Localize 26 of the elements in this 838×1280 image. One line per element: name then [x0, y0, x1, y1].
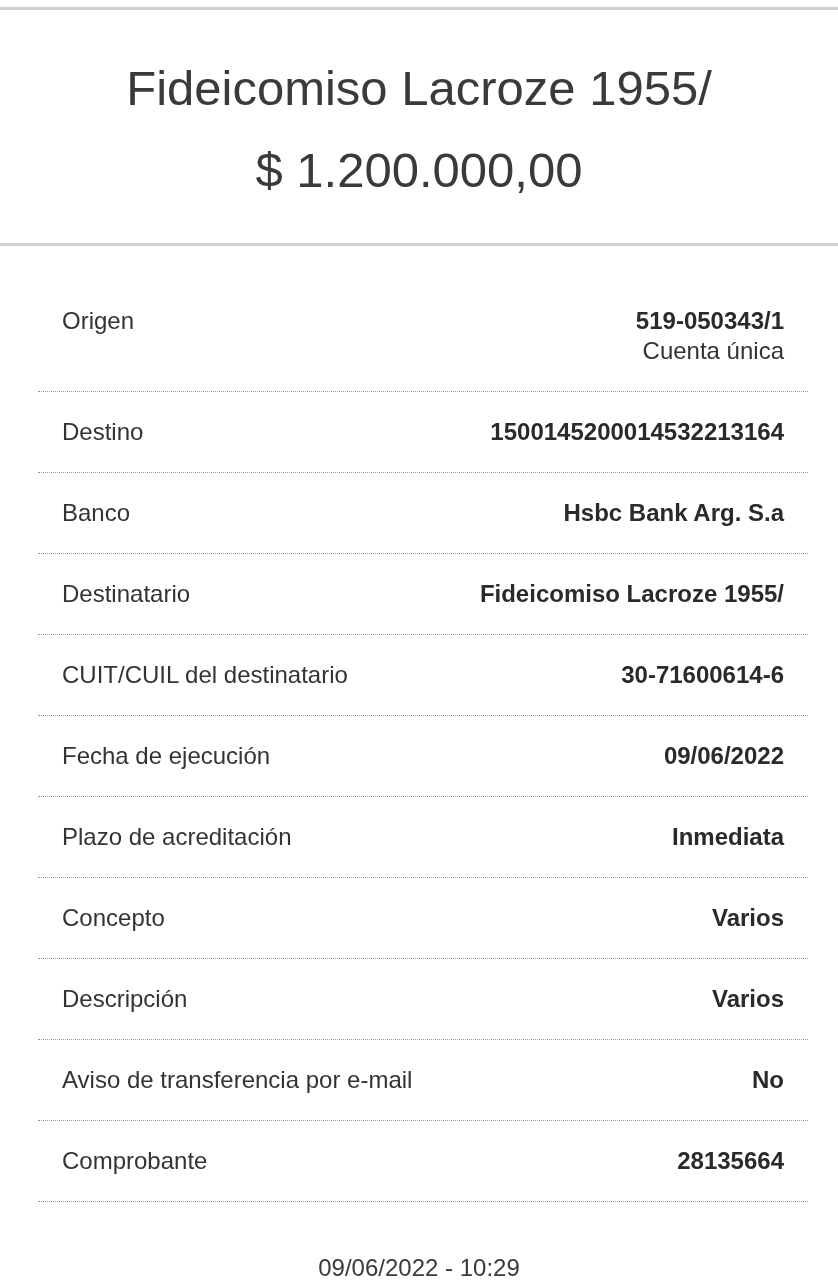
- detail-value: Varios: [711, 984, 784, 1014]
- detail-label: Concepto: [62, 903, 165, 933]
- detail-label: Descripción: [62, 984, 188, 1014]
- detail-label: CUIT/CUIL del destinatario: [62, 660, 348, 690]
- detail-label: Plazo de acreditación: [62, 822, 292, 852]
- detail-value: 30-71600614-6: [621, 660, 784, 690]
- transfer-title: Fideicomiso Lacroze 1955/: [126, 60, 712, 117]
- detail-value: No: [752, 1065, 784, 1095]
- detail-note: Cuenta única: [642, 336, 784, 366]
- detail-label: Destino: [62, 417, 144, 447]
- detail-label: Origen: [62, 306, 135, 336]
- detail-value: Hsbc Bank Arg. S.a: [563, 498, 784, 528]
- detail-label: Fecha de ejecución: [62, 741, 271, 771]
- transfer-amount: $ 1.200.000,00: [255, 142, 583, 199]
- detail-value: Varios: [711, 903, 784, 933]
- detail-label: Comprobante: [62, 1146, 208, 1176]
- detail-label: Aviso de transferencia por e-mail: [62, 1065, 413, 1095]
- detail-value: 28135664: [677, 1146, 784, 1176]
- detail-label: Banco: [62, 498, 131, 528]
- detail-value: Fideicomiso Lacroze 1955/: [479, 579, 784, 609]
- detail-value: 519-050343/1: [635, 306, 784, 336]
- timestamp: 09/06/2022 - 10:29: [318, 1254, 520, 1280]
- detail-value: 09/06/2022: [663, 741, 784, 771]
- detail-label: Destinatario: [62, 579, 191, 609]
- detail-value: Inmediata: [671, 822, 784, 852]
- detail-value: 1500145200014532213164: [490, 417, 784, 447]
